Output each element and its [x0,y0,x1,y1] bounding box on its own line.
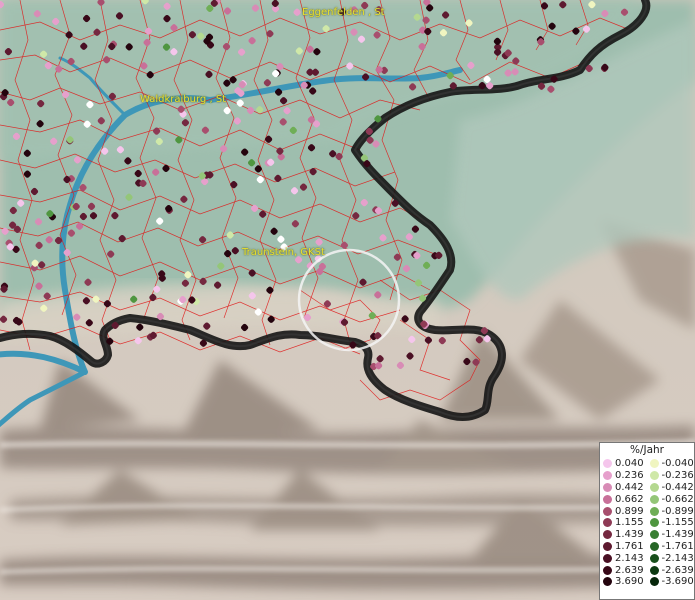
legend-swatch [649,459,659,469]
town-label-eggenfelden: Eggenfelden , St [302,7,385,18]
legend-value: 0.899 [615,505,644,517]
legend-value: 2.639 [615,564,644,576]
legend-entry: 0.899 [601,505,648,517]
legend-positive-column: 0.040 0.236 0.442 0.662 0.899 1.155 1.439 1.761… [601,458,648,588]
legend-value: -0.899 [661,505,694,517]
legend-value: 0.442 [615,481,644,493]
legend-swatch [603,471,612,481]
legend-swatch [649,553,659,563]
legend-entry: 2.639 [601,564,648,576]
legend: %/Jahr 0.040 0.236 0.442 0.662 0.899 1.155 1.4… [599,442,695,600]
town-label-traunstein: Traunstein, GKSt [242,247,325,258]
legend-value: -1.439 [661,529,694,541]
legend-value: -2.639 [661,564,694,576]
legend-entry: 2.143 [601,552,648,564]
legend-entry: -3.690 [648,576,695,588]
legend-entry: -1.761 [648,541,695,553]
legend-title: %/Jahr [629,444,665,456]
legend-entry: 0.040 [601,458,648,470]
legend-entry: 1.439 [601,529,648,541]
legend-entry: -0.040 [648,458,695,470]
legend-swatch [649,494,659,504]
legend-value: 0.040 [615,458,644,470]
legend-entry: -1.439 [648,529,695,541]
legend-value: 0.236 [615,470,644,482]
legend-entry: -1.155 [648,517,695,529]
legend-entry: 1.761 [601,541,648,553]
legend-swatch [603,530,612,540]
map-canvas[interactable] [0,0,695,600]
legend-value: -1.155 [661,517,694,529]
legend-swatch [603,482,612,492]
legend-swatch [603,506,612,516]
legend-swatch [649,565,659,575]
legend-value: 2.143 [615,552,644,564]
legend-negative-column: -0.040 -0.236 -0.442 -0.662 -0.899 -1.155 -1.4… [648,458,695,588]
legend-swatch [649,471,659,481]
legend-entry: 1.155 [601,517,648,529]
legend-value: 3.690 [615,576,644,588]
legend-swatch [603,494,612,504]
legend-swatch [603,565,612,575]
legend-entry: 3.690 [601,576,648,588]
legend-swatch [649,577,659,587]
legend-swatch [603,459,612,469]
terrain [0,0,695,600]
legend-entry: -0.236 [648,470,695,482]
legend-value: -0.442 [661,481,694,493]
legend-value: 1.439 [615,529,644,541]
legend-swatch [649,541,659,551]
legend-swatch [649,518,659,528]
legend-value: -2.143 [661,552,694,564]
legend-swatch [603,553,612,563]
legend-entry: 0.236 [601,470,648,482]
legend-value: 1.761 [615,540,644,552]
legend-entry: 0.662 [601,493,648,505]
legend-value: -0.040 [661,458,694,470]
legend-entry: -0.442 [648,482,695,494]
legend-swatch [649,530,659,540]
legend-swatch [649,506,659,516]
legend-value: -1.761 [661,540,694,552]
legend-entry: -0.662 [648,493,695,505]
legend-value: -3.690 [661,576,694,588]
legend-swatch [649,482,659,492]
legend-swatch [603,577,612,587]
legend-entry: 0.442 [601,482,648,494]
legend-swatch [603,518,612,528]
town-label-waldkraiburg: Waldkraiburg , St [140,94,227,105]
legend-entry: -2.639 [648,564,695,576]
legend-value: -0.236 [661,470,694,482]
legend-value: -0.662 [661,493,694,505]
legend-entry: -0.899 [648,505,695,517]
legend-value: 1.155 [615,517,644,529]
legend-value: 0.662 [615,493,644,505]
legend-swatch [603,541,612,551]
legend-entry: -2.143 [648,552,695,564]
